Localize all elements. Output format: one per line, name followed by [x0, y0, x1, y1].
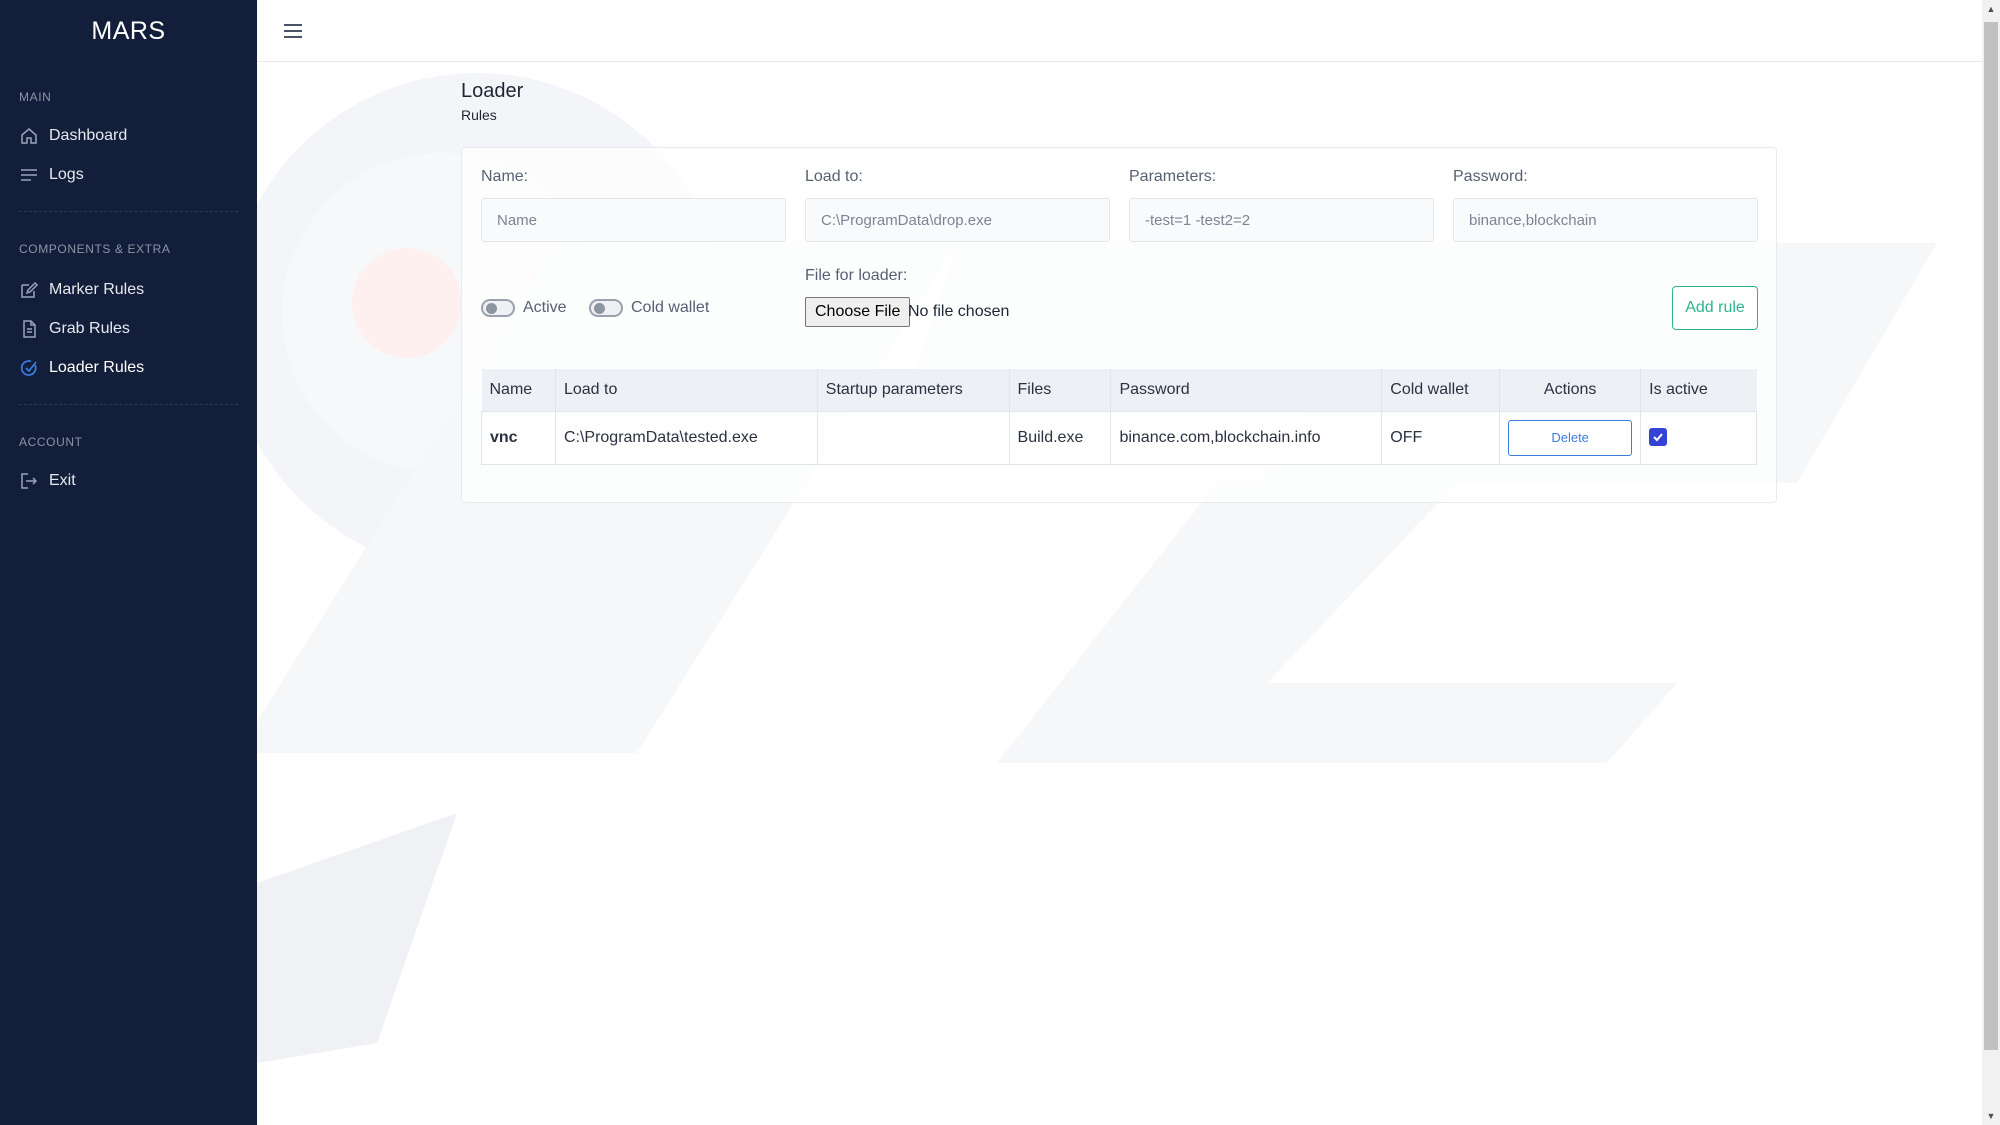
cell-password: binance.com,blockchain.info — [1110, 410, 1383, 465]
document-icon — [19, 319, 39, 339]
sidebar-item-label: Exit — [49, 471, 76, 489]
parameters-label: Parameters: — [1129, 168, 1217, 185]
logout-icon — [19, 471, 39, 491]
add-rule-button[interactable]: Add rule — [1672, 286, 1758, 330]
is-active-checkbox[interactable] — [1649, 428, 1668, 447]
sidebar-item-grab-rules[interactable]: Grab Rules — [0, 309, 257, 348]
menu-toggle-icon[interactable] — [281, 20, 305, 42]
active-toggle[interactable] — [481, 299, 515, 317]
sidebar-item-label: Logs — [49, 165, 84, 183]
active-toggle-label: Active — [523, 299, 567, 316]
cell-files: Build.exe — [1008, 410, 1112, 465]
scroll-up-arrow-icon[interactable]: ▲ — [1982, 0, 2000, 18]
load-to-label: Load to: — [805, 168, 863, 185]
file-status-text: No file chosen — [908, 303, 1010, 320]
lines-icon — [19, 165, 39, 185]
sidebar-item-dashboard[interactable]: Dashboard — [0, 116, 257, 155]
column-header-files: Files — [1008, 369, 1111, 412]
load-to-input[interactable] — [805, 198, 1110, 242]
password-label: Password: — [1453, 168, 1528, 185]
column-header-actions: Actions — [1499, 369, 1641, 412]
rules-table: Name Load to Startup parameters Files Pa… — [481, 369, 1757, 465]
page-title: Loader — [461, 80, 524, 102]
password-input[interactable] — [1453, 198, 1758, 242]
sidebar: MARS MAIN Dashboard Logs COMPONENTS & EX… — [0, 0, 257, 1125]
delete-button[interactable]: Delete — [1508, 419, 1633, 456]
cell-name: vnc — [481, 410, 556, 465]
section-title-main: MAIN — [19, 90, 52, 104]
sidebar-item-label: Loader Rules — [49, 358, 145, 376]
app-title: MARS — [91, 16, 166, 45]
section-title-components: COMPONENTS & EXTRA — [19, 242, 171, 256]
page-subtitle: Rules — [461, 107, 497, 123]
scrollbar-thumb[interactable] — [1984, 22, 1998, 1050]
choose-file-button[interactable]: Choose File — [805, 297, 911, 327]
sidebar-item-label: Dashboard — [49, 126, 128, 144]
edit-icon — [19, 280, 39, 300]
scroll-down-arrow-icon[interactable]: ▼ — [1982, 1107, 2000, 1125]
cold-wallet-toggle-label: Cold wallet — [631, 299, 710, 316]
home-icon — [19, 126, 39, 146]
column-header-password: Password — [1110, 369, 1382, 412]
vertical-scrollbar[interactable]: ▲ ▼ — [1982, 0, 2000, 1125]
column-header-startup-parameters: Startup parameters — [816, 369, 1010, 412]
column-header-load-to: Load to — [554, 369, 818, 412]
section-title-account: ACCOUNT — [19, 435, 83, 449]
column-header-is-active: Is active — [1640, 369, 1757, 412]
cell-actions: Delete — [1499, 410, 1642, 465]
sidebar-item-label: Grab Rules — [49, 319, 130, 337]
sidebar-item-logs[interactable]: Logs — [0, 155, 257, 194]
file-for-loader-label: File for loader: — [805, 267, 908, 284]
sidebar-item-marker-rules[interactable]: Marker Rules — [0, 270, 257, 309]
cell-is-active — [1640, 410, 1757, 465]
cold-wallet-toggle[interactable] — [589, 299, 623, 317]
sidebar-item-loader-rules[interactable]: Loader Rules — [0, 348, 257, 387]
table-row: vnc C:\ProgramData\tested.exe Build.exe … — [481, 410, 1757, 465]
cell-load-to: C:\ProgramData\tested.exe — [554, 410, 818, 465]
top-bar — [257, 0, 1982, 62]
sidebar-item-label: Marker Rules — [49, 280, 145, 298]
cell-startup-parameters — [816, 410, 1010, 465]
name-input[interactable] — [481, 198, 786, 242]
name-label: Name: — [481, 168, 529, 185]
parameters-input[interactable] — [1129, 198, 1434, 242]
check-circle-icon — [19, 358, 39, 378]
sidebar-item-exit[interactable]: Exit — [0, 461, 257, 500]
column-header-name: Name — [481, 369, 556, 412]
cell-cold-wallet: OFF — [1381, 410, 1501, 465]
table-header-row: Name Load to Startup parameters Files Pa… — [481, 369, 1757, 412]
column-header-cold-wallet: Cold wallet — [1381, 369, 1500, 412]
